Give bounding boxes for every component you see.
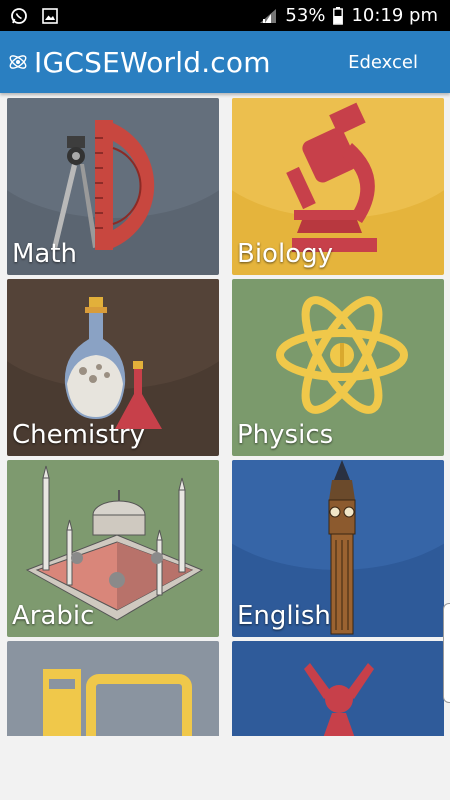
app-bar: IGCSEWorld.com Edexcel — [0, 31, 450, 93]
subject-label: Biology — [237, 239, 333, 269]
battery-percent: 53% — [285, 5, 326, 26]
whatsapp-icon — [10, 7, 28, 25]
subject-label: Chemistry — [12, 420, 145, 450]
status-bar: 53% 10:19 pm — [0, 0, 450, 31]
image-icon — [42, 7, 58, 24]
atom-logo-icon — [7, 51, 29, 73]
subject-grid: Math Biology Chemistry Physics Arabic En… — [0, 93, 450, 736]
subject-label: Math — [12, 239, 78, 269]
subject-label: Physics — [237, 420, 334, 450]
subject-tile-arabic[interactable]: Arabic — [7, 460, 219, 637]
clock: 10:19 pm — [351, 5, 438, 26]
subject-label: Arabic — [12, 601, 95, 631]
subject-tile-biology[interactable]: Biology — [232, 98, 444, 275]
edexcel-button[interactable]: Edexcel — [348, 52, 418, 73]
subject-tile-math[interactable]: Math — [7, 98, 219, 275]
battery-icon — [333, 6, 344, 25]
edge-panel-handle[interactable] — [443, 603, 450, 703]
subject-tile-8[interactable] — [232, 641, 444, 736]
bottom-area — [0, 736, 450, 800]
subject-tile-physics[interactable]: Physics — [232, 279, 444, 456]
books-icon — [7, 641, 219, 736]
signal-icon — [259, 8, 277, 24]
app-title: IGCSEWorld.com — [34, 45, 271, 79]
subject-tile-english[interactable]: English — [232, 460, 444, 637]
subject-tile-7[interactable] — [7, 641, 219, 736]
subject-tile-chemistry[interactable]: Chemistry — [7, 279, 219, 456]
molecule-icon — [232, 641, 444, 736]
subject-label: English — [237, 601, 331, 631]
